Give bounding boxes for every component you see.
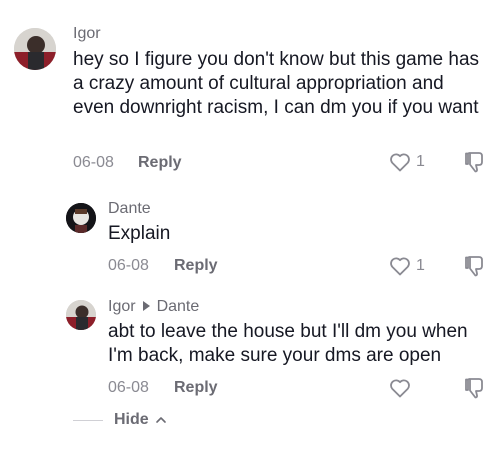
hide-replies-button[interactable]: Hide [114, 411, 167, 429]
dislike-button[interactable] [462, 376, 486, 405]
like-button[interactable] [388, 376, 416, 400]
like-count: 1 [416, 257, 425, 274]
reply-arrow-icon [142, 301, 150, 312]
comment-username[interactable]: Igor [73, 25, 101, 43]
comment-date: 06-08 [73, 154, 114, 171]
heart-icon [390, 257, 410, 276]
heart-icon [390, 379, 410, 398]
comment-date: 06-08 [108, 379, 149, 396]
thumbs-down-icon [465, 378, 483, 399]
hide-label: Hide [114, 411, 149, 428]
comment-text: Explain [108, 223, 171, 244]
thumbs-down-icon [465, 152, 483, 173]
reply-button[interactable]: Reply [174, 257, 218, 275]
like-button[interactable]: 1 [388, 254, 425, 278]
dislike-button[interactable] [462, 150, 486, 179]
comment-text: abt to leave the house but I'll dm you w… [108, 321, 468, 366]
comment-text: hey so I figure you don't know but this … [73, 49, 480, 118]
thumbs-down-icon [465, 256, 483, 277]
like-count: 1 [416, 153, 425, 170]
reply-button[interactable]: Reply [138, 154, 182, 172]
comment-date: 06-08 [108, 257, 149, 274]
comment-username[interactable]: Dante [108, 200, 151, 218]
divider [73, 420, 103, 421]
reply-to-name[interactable]: Dante [157, 298, 200, 315]
like-button[interactable]: 1 [388, 150, 425, 174]
reply-button[interactable]: Reply [174, 379, 218, 397]
chevron-up-icon [156, 416, 166, 423]
avatar[interactable] [66, 300, 96, 330]
comment-username: Igor Dante [108, 298, 199, 316]
dislike-button[interactable] [462, 254, 486, 283]
avatar[interactable] [66, 203, 96, 233]
heart-icon [390, 153, 410, 172]
avatar[interactable] [14, 28, 56, 70]
author-name[interactable]: Igor [108, 298, 136, 315]
